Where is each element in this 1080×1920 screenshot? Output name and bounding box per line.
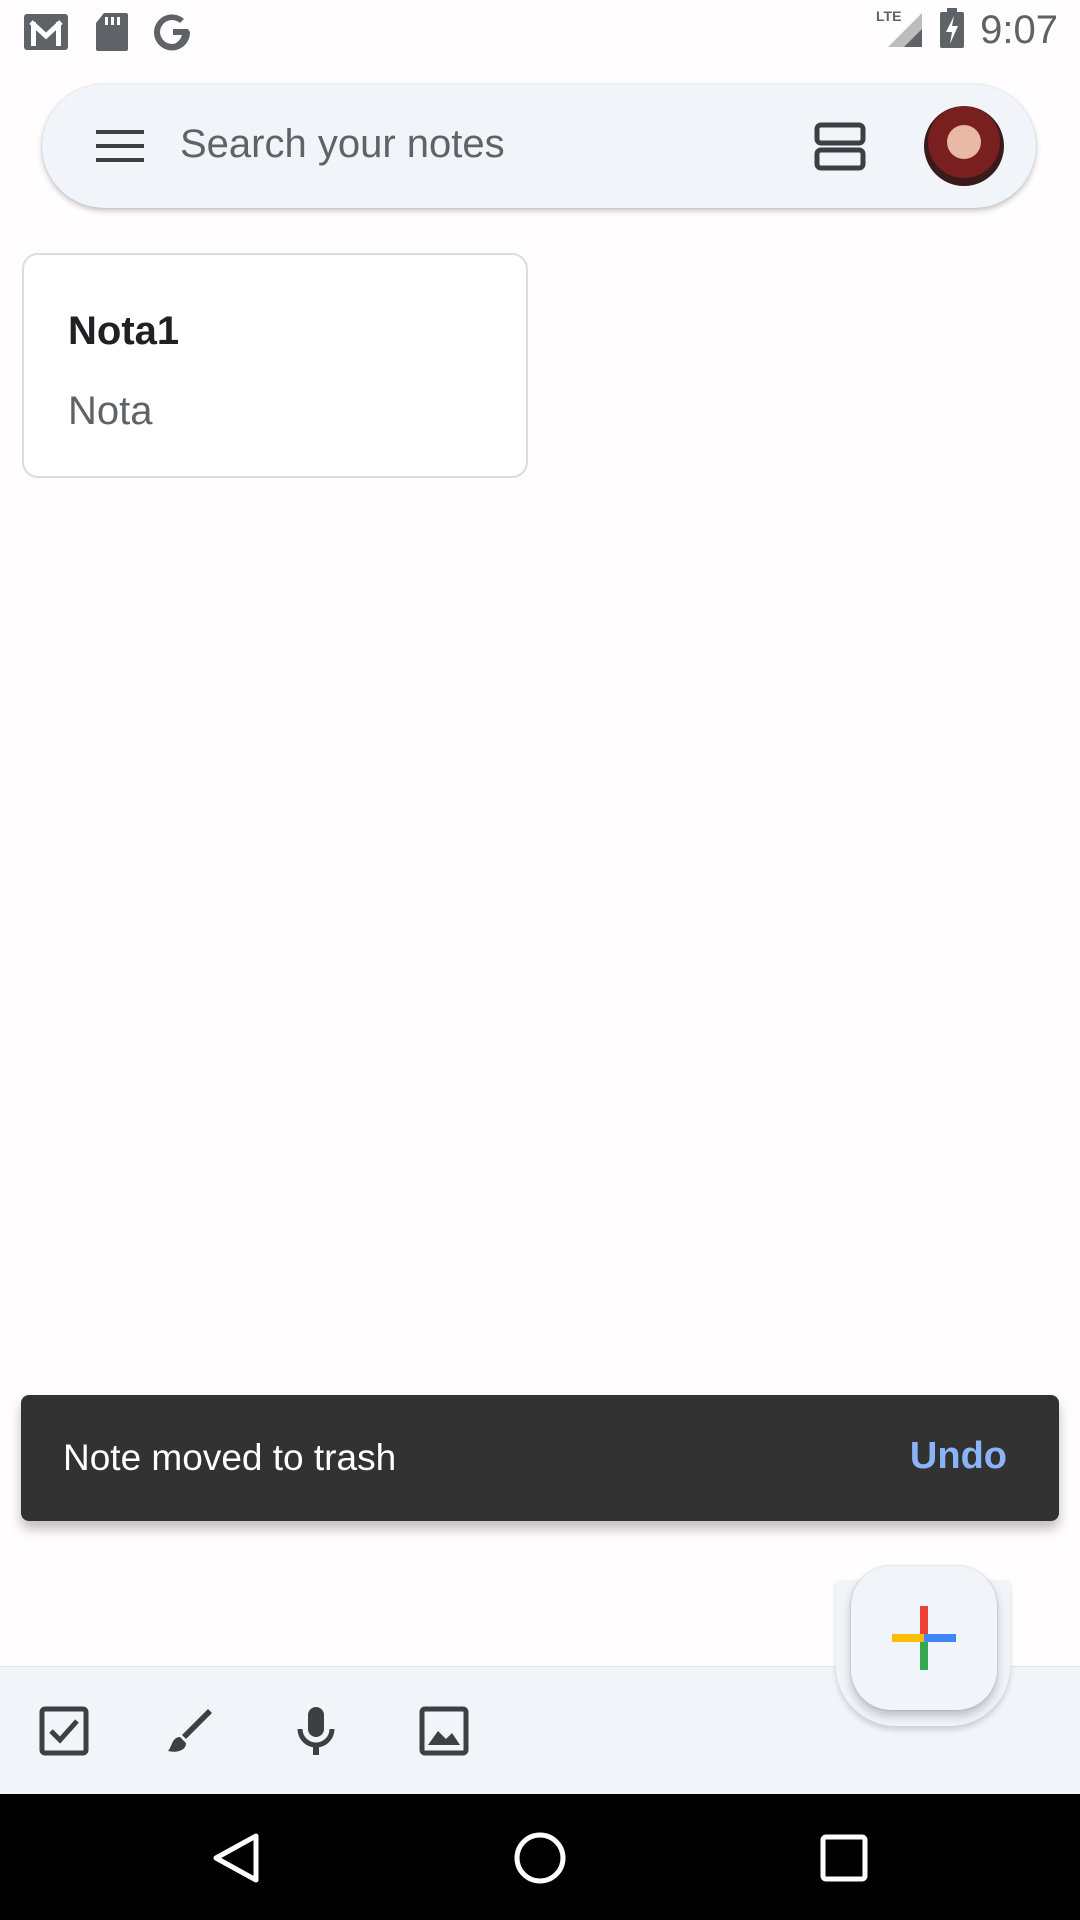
clock: 9:07 <box>980 8 1058 52</box>
svg-text:LTE: LTE <box>876 8 901 24</box>
avatar[interactable] <box>924 106 1004 186</box>
search-input[interactable]: Search your notes <box>180 122 505 167</box>
note-title: Nota1 <box>68 309 180 353</box>
google-icon <box>152 11 194 58</box>
brush-icon[interactable] <box>164 1705 216 1757</box>
layout-toggle-icon[interactable] <box>814 122 866 172</box>
recents-icon[interactable] <box>816 1830 872 1886</box>
battery-charging-icon <box>938 6 966 55</box>
note-card[interactable]: Nota1 Nota <box>22 253 528 478</box>
back-icon[interactable] <box>208 1830 264 1886</box>
home-icon[interactable] <box>512 1830 568 1886</box>
undo-button[interactable]: Undo <box>910 1435 1007 1478</box>
system-nav-bar <box>0 1794 1080 1920</box>
note-body: Nota <box>68 389 153 433</box>
multicolor-plus-icon <box>892 1606 956 1675</box>
image-icon[interactable] <box>418 1705 470 1757</box>
snackbar: Note moved to trash Undo <box>21 1395 1059 1521</box>
search-bar[interactable]: Search your notes <box>42 84 1036 208</box>
checkbox-icon[interactable] <box>38 1705 90 1757</box>
mic-icon[interactable] <box>290 1705 342 1757</box>
sd-card-icon <box>94 11 130 58</box>
signal-icon: LTE <box>876 7 924 54</box>
status-bar: LTE 9:07 <box>0 0 1080 64</box>
menu-icon[interactable] <box>92 126 148 166</box>
gmail-icon <box>22 10 72 59</box>
snackbar-message: Note moved to trash <box>63 1437 397 1478</box>
new-note-button[interactable] <box>851 1566 997 1710</box>
